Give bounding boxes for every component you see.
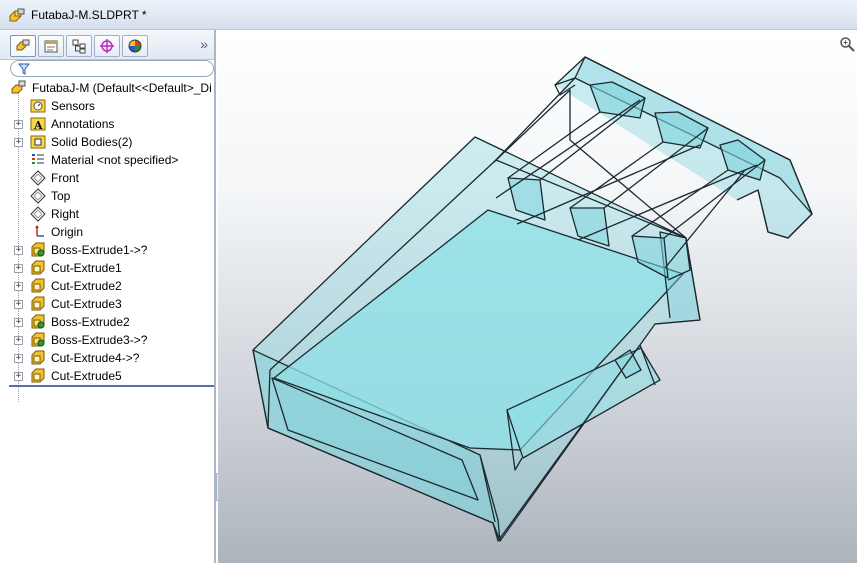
tree-item-solid-bodies[interactable]: + Solid Bodies(2) (0, 133, 214, 151)
tree-item-label: Cut-Extrude3 (51, 297, 122, 311)
expand-toggle[interactable]: + (14, 300, 23, 309)
expand-toggle[interactable]: + (14, 264, 23, 273)
tree-item-sensors[interactable]: Sensors (0, 97, 214, 115)
origin-icon (30, 224, 46, 240)
tree-item-front-plane[interactable]: Front (0, 169, 214, 187)
solid-bodies-icon (30, 134, 46, 150)
tree-item-origin[interactable]: Origin (0, 223, 214, 241)
rollback-bar[interactable] (9, 385, 214, 387)
window-title: FutabaJ-M.SLDPRT * (31, 7, 147, 22)
expand-toggle[interactable]: + (14, 246, 23, 255)
graphics-viewport[interactable] (218, 30, 857, 563)
tree-item-cut-extrude1[interactable]: + Cut-Extrude1 (0, 259, 214, 277)
expand-toggle[interactable]: + (14, 336, 23, 345)
sensors-icon (30, 98, 46, 114)
expand-toggle[interactable]: + (14, 282, 23, 291)
display-manager-icon (128, 39, 142, 53)
annotations-icon: A (30, 116, 46, 132)
tree-item-material[interactable]: Material <not specified> (0, 151, 214, 169)
tree-item-label: Boss-Extrude3->? (51, 333, 148, 347)
property-manager-icon (44, 40, 58, 53)
tab-dimxpert-manager[interactable] (94, 35, 120, 57)
tree-item-label: Cut-Extrude1 (51, 261, 122, 275)
plane-icon (30, 170, 46, 186)
boss-extrude-icon (30, 242, 46, 258)
tab-display-manager[interactable] (122, 35, 148, 57)
tree-item-cut-extrude5[interactable]: + Cut-Extrude5 (0, 367, 214, 385)
material-icon (30, 152, 46, 168)
tree-item-cut-extrude2[interactable]: + Cut-Extrude2 (0, 277, 214, 295)
tree-item-boss-extrude3[interactable]: + Boss-Extrude3->? (0, 331, 214, 349)
tab-configuration-manager[interactable] (66, 35, 92, 57)
configuration-manager-icon (72, 39, 86, 54)
tab-property-manager[interactable] (38, 35, 64, 57)
feature-manager-icon (16, 39, 30, 51)
expand-toggle[interactable]: + (14, 318, 23, 327)
feature-manager-panel: » FutabaJ-M (Default<<Default>_Di Sensor… (0, 30, 216, 563)
tree-item-top-plane[interactable]: Top (0, 187, 214, 205)
title-bar: FutabaJ-M.SLDPRT * (0, 0, 857, 30)
cut-extrude-icon (30, 278, 46, 294)
part-icon (11, 80, 27, 96)
more-tabs-chevron-icon[interactable]: » (200, 36, 208, 52)
tree-item-boss-extrude2[interactable]: + Boss-Extrude2 (0, 313, 214, 331)
expand-toggle[interactable]: + (14, 354, 23, 363)
dimxpert-manager-icon (100, 39, 114, 53)
tree-item-label: Cut-Extrude2 (51, 279, 122, 293)
expand-toggle[interactable]: + (14, 120, 23, 129)
tab-feature-manager[interactable] (10, 35, 36, 57)
tree-item-cut-extrude3[interactable]: + Cut-Extrude3 (0, 295, 214, 313)
plane-icon (30, 206, 46, 222)
tree-item-annotations[interactable]: + A Annotations (0, 115, 214, 133)
tree-item-label: Cut-Extrude4->? (51, 351, 140, 365)
tree-item-label: Sensors (51, 99, 96, 113)
manager-tabs: » (0, 30, 214, 60)
boss-extrude-icon (30, 314, 46, 330)
expand-toggle[interactable]: + (14, 372, 23, 381)
tree-item-right-plane[interactable]: Right (0, 205, 214, 223)
svg-text:A: A (33, 119, 43, 132)
tree-item-label: Cut-Extrude5 (51, 369, 122, 383)
tree-item-label: Top (51, 189, 71, 203)
boss-extrude-icon (30, 332, 46, 348)
plane-icon (30, 188, 46, 204)
cut-extrude-icon (30, 368, 46, 384)
tree-filter-input[interactable] (10, 60, 214, 77)
tree-item-label: Boss-Extrude1->? (51, 243, 148, 257)
tree-item-label: Material <not specified> (51, 153, 179, 167)
cut-extrude-icon (30, 296, 46, 312)
tree-item-boss-extrude1[interactable]: + Boss-Extrude1->? (0, 241, 214, 259)
expand-toggle[interactable]: + (14, 138, 23, 147)
cut-extrude-icon (30, 260, 46, 276)
zoom-to-fit-icon[interactable] (839, 36, 855, 52)
tree-item-cut-extrude4[interactable]: + Cut-Extrude4->? (0, 349, 214, 367)
part-document-icon (8, 7, 26, 23)
tree-root-label: FutabaJ-M (Default<<Default>_Di (32, 81, 212, 95)
tree-item-label: Solid Bodies(2) (51, 135, 133, 149)
part-model-3d[interactable] (218, 30, 857, 563)
filter-funnel-icon (17, 63, 31, 78)
tree-item-label: Right (51, 207, 80, 221)
tree-root-part[interactable]: FutabaJ-M (Default<<Default>_Di (0, 79, 214, 97)
tree-item-label: Origin (51, 225, 84, 239)
cut-extrude-icon (30, 350, 46, 366)
tree-item-label: Front (51, 171, 80, 185)
tree-item-label: Annotations (51, 117, 115, 131)
tree-item-label: Boss-Extrude2 (51, 315, 130, 329)
